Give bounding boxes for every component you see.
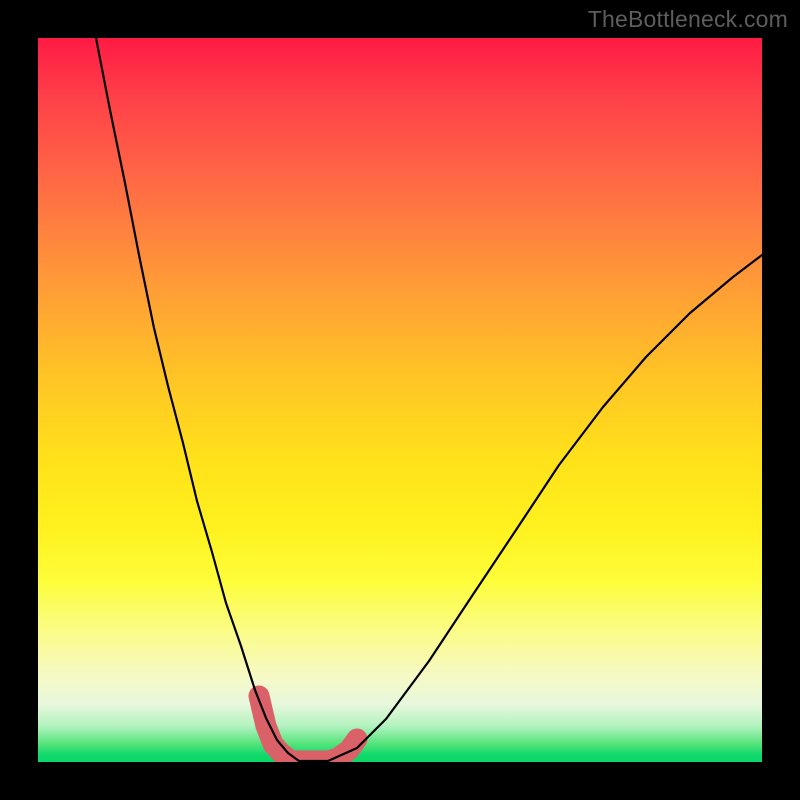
watermark-text: TheBottleneck.com: [588, 6, 788, 33]
highlighted-segment: [259, 696, 357, 761]
chart-svg: [38, 38, 762, 762]
plot-area: [38, 38, 762, 762]
chart-frame: TheBottleneck.com: [0, 0, 800, 800]
curve-line: [96, 38, 762, 761]
